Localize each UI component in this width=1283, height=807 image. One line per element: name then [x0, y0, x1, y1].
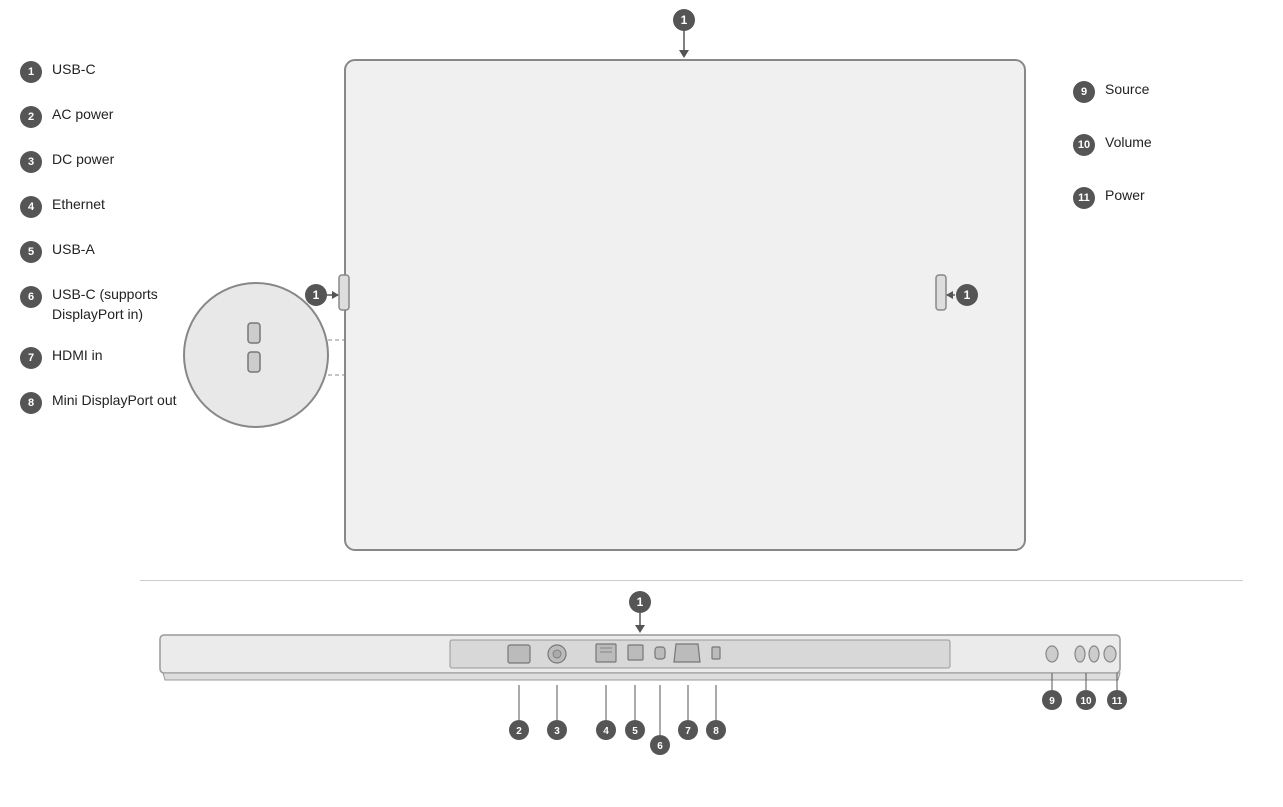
svg-text:3: 3 [554, 726, 560, 737]
svg-text:1: 1 [313, 288, 320, 302]
svg-text:8: 8 [713, 726, 719, 737]
bottom-device-illustration: 1 2 3 4 5 6 7 [0, 590, 1283, 807]
top-device-illustration: 1 1 1 [0, 0, 1283, 580]
page: 1 USB-C 2 AC power 3 DC power 4 Ethernet… [0, 0, 1283, 807]
svg-text:5: 5 [632, 726, 638, 737]
top-section: 1 USB-C 2 AC power 3 DC power 4 Ethernet… [0, 0, 1283, 580]
svg-text:9: 9 [1049, 696, 1055, 707]
svg-text:2: 2 [516, 726, 522, 737]
svg-text:4: 4 [603, 726, 609, 737]
svg-text:1: 1 [637, 595, 644, 609]
svg-text:7: 7 [685, 726, 691, 737]
svg-text:1: 1 [964, 288, 971, 302]
svg-text:11: 11 [1112, 696, 1123, 707]
svg-text:10: 10 [1080, 696, 1092, 707]
svg-text:6: 6 [657, 741, 663, 752]
svg-text:1: 1 [681, 13, 688, 27]
bottom-section: 1 2 3 4 5 6 7 [0, 590, 1283, 807]
divider [140, 580, 1243, 581]
